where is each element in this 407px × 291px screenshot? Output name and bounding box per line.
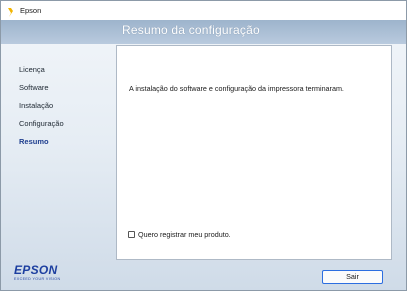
register-product-checkbox[interactable] <box>128 231 135 238</box>
installer-window: Epson Resumo da configuração Licença Sof… <box>0 0 407 291</box>
register-product-option[interactable]: Quero registrar meu produto. <box>128 230 231 239</box>
step-navigation: Licença Software Instalação Configuração… <box>19 61 64 151</box>
header-band: Resumo da configuração <box>1 20 406 44</box>
nav-item-licenca: Licença <box>19 65 45 74</box>
epson-app-icon <box>6 5 16 17</box>
nav-item-software: Software <box>19 83 49 92</box>
register-product-label[interactable]: Quero registrar meu produto. <box>138 230 231 239</box>
installer-content: Resumo da configuração Licença Software … <box>1 20 406 290</box>
summary-panel: A instalação do software e configuração … <box>116 45 392 260</box>
epson-logo-tagline: EXCEED YOUR VISION <box>14 277 61 281</box>
epson-logo-wordmark: EPSON <box>14 263 58 277</box>
completion-message: A instalação do software e configuração … <box>129 84 344 93</box>
epson-logo: EPSON EXCEED YOUR VISION <box>14 264 60 281</box>
nav-item-configuracao: Configuração <box>19 119 64 128</box>
title-bar: Epson <box>1 1 406 20</box>
nav-item-instalacao: Instalação <box>19 101 54 110</box>
window-title: Epson <box>20 6 42 15</box>
nav-item-resumo: Resumo <box>19 137 49 146</box>
page-title: Resumo da configuração <box>122 23 260 37</box>
exit-button[interactable]: Sair <box>322 270 383 284</box>
